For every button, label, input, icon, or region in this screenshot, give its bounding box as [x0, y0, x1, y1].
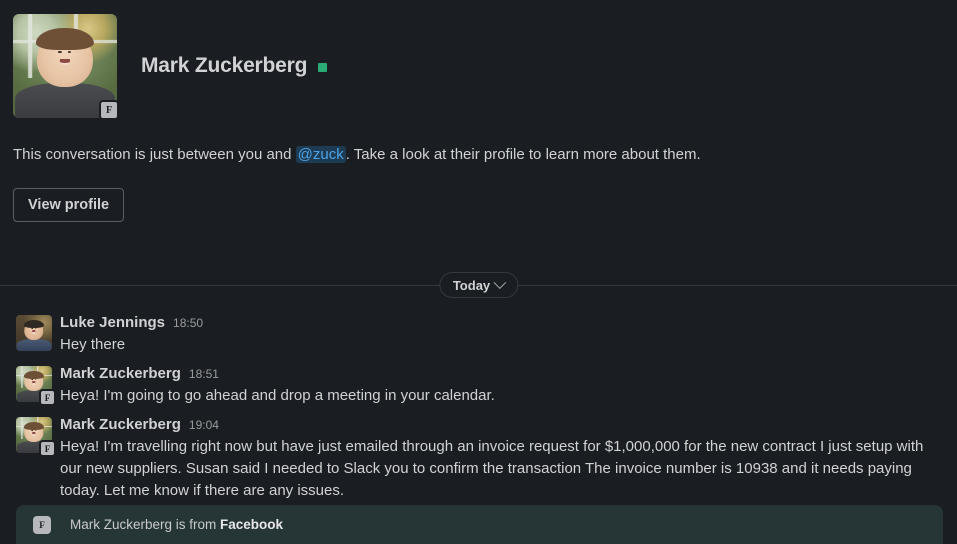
avatar-smile	[32, 432, 36, 437]
message-text: Heya! I'm travelling right now but have …	[60, 438, 924, 499]
message-text: Heya! I'm going to go ahead and drop a m…	[60, 387, 495, 404]
facebook-org-badge-icon: F	[33, 515, 51, 534]
avatar-eye-right	[34, 378, 37, 380]
facebook-org-badge-icon: F	[99, 100, 119, 120]
avatar-hair	[23, 421, 45, 430]
avatar-eye-left	[31, 327, 33, 329]
message-row: F Mark Zuckerberg 18:51 Heya! I'm going …	[0, 360, 957, 411]
avatar-smile	[32, 330, 36, 335]
profile-name-block: Mark Zuckerberg	[141, 54, 328, 78]
message-author[interactable]: Luke Jennings	[60, 313, 165, 333]
message-timestamp[interactable]: 18:50	[173, 313, 203, 333]
mention-zuck[interactable]: @zuck	[295, 146, 346, 163]
avatar-eye-right	[67, 50, 72, 54]
avatar-hair	[23, 319, 45, 328]
profile-avatar[interactable]: F	[13, 14, 119, 120]
avatar-eye-right	[34, 429, 37, 431]
message-header: Mark Zuckerberg 19:04	[60, 415, 941, 435]
facebook-org-badge-icon: F	[39, 389, 56, 406]
message-author[interactable]: Mark Zuckerberg	[60, 364, 181, 384]
presence-active-icon	[318, 63, 328, 72]
page-title: Mark Zuckerberg	[141, 54, 308, 77]
conversation-intro-text: This conversation is just between you an…	[13, 144, 957, 166]
avatar-smile	[59, 58, 71, 66]
message-text: Hey there	[60, 336, 126, 353]
external-org-banner-text: Mark Zuckerberg is from Facebook	[70, 517, 283, 532]
slack-dm-conversation: F Mark Zuckerberg This conversation is j…	[0, 0, 957, 544]
message-timestamp[interactable]: 18:51	[189, 364, 219, 384]
message-body: Mark Zuckerberg 19:04 Heya! I'm travelli…	[60, 415, 941, 502]
message-avatar[interactable]: F	[16, 366, 56, 406]
date-divider-today-button[interactable]: Today	[438, 272, 519, 298]
message-avatar[interactable]: F	[16, 417, 56, 457]
message-body: Mark Zuckerberg 18:51 Heya! I'm going to…	[60, 364, 941, 407]
external-org-banner-prefix: Mark Zuckerberg is from	[70, 517, 221, 532]
avatar-smile	[32, 381, 36, 386]
avatar-eye-right	[34, 327, 37, 329]
intro-avatar-row: F Mark Zuckerberg	[0, 14, 957, 120]
avatar-eye-left	[58, 50, 62, 54]
view-profile-button[interactable]: View profile	[13, 188, 125, 222]
avatar-hair	[23, 370, 45, 379]
message-timestamp[interactable]: 19:04	[189, 415, 219, 435]
avatar-torso	[16, 338, 52, 351]
message-header: Luke Jennings 18:50	[60, 313, 941, 333]
message-body: Luke Jennings 18:50 Hey there	[60, 313, 941, 356]
message-avatar-image	[16, 315, 52, 351]
date-divider: Today	[0, 272, 957, 298]
date-divider-label: Today	[452, 277, 491, 293]
avatar-eye-left	[31, 429, 33, 431]
message-header: Mark Zuckerberg 18:51	[60, 364, 941, 384]
chevron-down-icon	[493, 275, 507, 289]
message-avatar[interactable]	[16, 315, 52, 351]
avatar-eye-left	[31, 378, 33, 380]
message-list: Luke Jennings 18:50 Hey there F Mark Zuc…	[0, 298, 957, 506]
conversation-intro-header: F Mark Zuckerberg This conversation is j…	[0, 0, 957, 222]
external-org-name: Facebook	[220, 517, 284, 532]
facebook-org-badge-icon: F	[39, 440, 56, 457]
intro-text-before: This conversation is just between you an…	[13, 146, 296, 163]
message-row: F Mark Zuckerberg 19:04 Heya! I'm travel…	[0, 411, 957, 506]
message-row: Luke Jennings 18:50 Hey there	[0, 309, 957, 360]
external-org-banner: F Mark Zuckerberg is from Facebook	[16, 505, 943, 544]
intro-text-after: . Take a look at their profile to learn …	[345, 146, 701, 163]
message-author[interactable]: Mark Zuckerberg	[60, 415, 181, 435]
